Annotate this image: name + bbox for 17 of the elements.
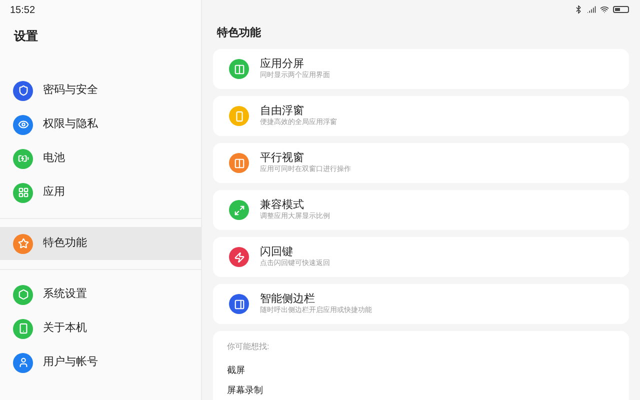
status-time: 15:52 — [10, 4, 36, 18]
wifi-icon — [600, 4, 609, 14]
suggestion-link[interactable]: 截屏 — [227, 360, 245, 380]
feature-title: 智能侧边栏 — [260, 292, 316, 306]
bluetooth-icon — [574, 4, 583, 14]
sidebar-title: 设置 — [14, 28, 38, 45]
suggestions-heading: 你可能想找: — [227, 341, 270, 353]
battery-icon — [613, 6, 629, 13]
signal-icon — [587, 4, 596, 14]
feature-title: 平行视窗 — [260, 151, 305, 165]
suggestion-link[interactable]: 屏幕录制 — [227, 380, 263, 400]
sidebar-item[interactable]: 特色功能 — [0, 227, 201, 260]
page-title: 特色功能 — [217, 26, 261, 42]
feature-title: 应用分屏 — [260, 57, 305, 71]
feature-title: 闪回键 — [260, 245, 294, 259]
feature-title: 自由浮窗 — [260, 104, 305, 118]
feature-title: 兼容模式 — [260, 198, 305, 212]
